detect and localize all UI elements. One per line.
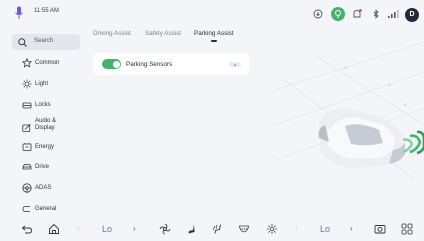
- bottom-dock: ‹ Lo › ‹ Lo ›: [0, 218, 424, 241]
- location-icon[interactable]: [331, 7, 345, 21]
- car-icon: [22, 164, 32, 170]
- clock: 11:55 AM: [34, 8, 59, 14]
- sidebar-item-label: Light: [35, 81, 49, 87]
- search-input[interactable]: Search: [12, 34, 80, 50]
- sidebar-item-label: Energy: [35, 144, 55, 150]
- signal-icon: [388, 10, 399, 18]
- sidebar-item-label: General: [35, 206, 57, 212]
- bluetooth-icon[interactable]: [370, 9, 382, 19]
- parking-car-illustration: [274, 41, 424, 181]
- camera-icon[interactable]: [374, 223, 386, 235]
- ac-icon[interactable]: [266, 223, 278, 235]
- sidebar-item-label: Locks: [35, 102, 51, 108]
- home-icon[interactable]: [48, 223, 60, 235]
- left-temp-increase-button[interactable]: ›: [133, 224, 136, 233]
- right-temp-increase-button[interactable]: ›: [350, 224, 353, 233]
- sidebar-item-energy[interactable]: Energy: [12, 139, 80, 157]
- toggle-icon: [22, 206, 30, 212]
- left-temp-value: Lo: [102, 224, 113, 234]
- sidebar-item-label: Audio & Display: [35, 118, 57, 131]
- right-temp-value: Lo: [320, 224, 331, 234]
- search-icon: [18, 38, 27, 47]
- sidebar-item-drive[interactable]: Drive: [12, 159, 80, 177]
- sidebar-item-label: Drive: [35, 164, 50, 170]
- mic-icon[interactable]: [14, 6, 24, 20]
- avatar[interactable]: D: [405, 8, 419, 22]
- seat-heat-icon[interactable]: [212, 223, 224, 235]
- sidebar-item-light[interactable]: Light: [12, 76, 80, 94]
- battery-icon: [22, 143, 32, 151]
- tab-parking-assist[interactable]: Parking Assist: [194, 30, 234, 37]
- download-icon[interactable]: [312, 9, 324, 19]
- sidebar-item-locks[interactable]: Locks: [12, 97, 80, 115]
- sidebar-item-common[interactable]: Common: [12, 55, 80, 73]
- steering-wheel-icon: [22, 183, 32, 193]
- toggle-knob: [112, 60, 120, 68]
- parking-sensors-label: Parking Sensors: [126, 61, 173, 68]
- sidebar-item-audio-display[interactable]: Audio & Display: [12, 117, 80, 139]
- more-dot: [233, 63, 236, 66]
- back-icon[interactable]: [21, 223, 33, 235]
- parking-sensors-toggle[interactable]: [102, 59, 121, 69]
- sun-icon: [22, 79, 32, 89]
- sidebar-item-adas[interactable]: ADAS: [12, 180, 80, 198]
- apps-grid-icon[interactable]: [401, 223, 413, 235]
- rear-defrost-icon[interactable]: [238, 223, 250, 235]
- notification-icon[interactable]: [351, 9, 363, 19]
- audio-display-icon: [22, 123, 31, 132]
- star-icon: [22, 58, 32, 68]
- sidebar-item-label: Common: [35, 60, 60, 66]
- lock-icon: [22, 102, 32, 109]
- sidebar-item-label: ADAS: [35, 185, 52, 191]
- left-temp-decrease-button[interactable]: ‹: [77, 224, 80, 233]
- search-placeholder: Search: [34, 38, 54, 44]
- sidebar-item-general[interactable]: General: [12, 201, 80, 219]
- tab-driving-assist[interactable]: Driving Assist: [93, 30, 131, 37]
- tab-safety-assist[interactable]: Safety Assist: [145, 30, 181, 37]
- parking-sensors-card: Parking Sensors: [93, 53, 249, 75]
- more-options-button[interactable]: [229, 62, 241, 67]
- fan-icon[interactable]: [159, 223, 171, 235]
- status-bar: 11:55 AM D: [0, 0, 424, 26]
- active-tab-indicator: [211, 40, 217, 42]
- right-temp-decrease-button[interactable]: ‹: [295, 224, 298, 233]
- seat-icon[interactable]: [186, 223, 198, 235]
